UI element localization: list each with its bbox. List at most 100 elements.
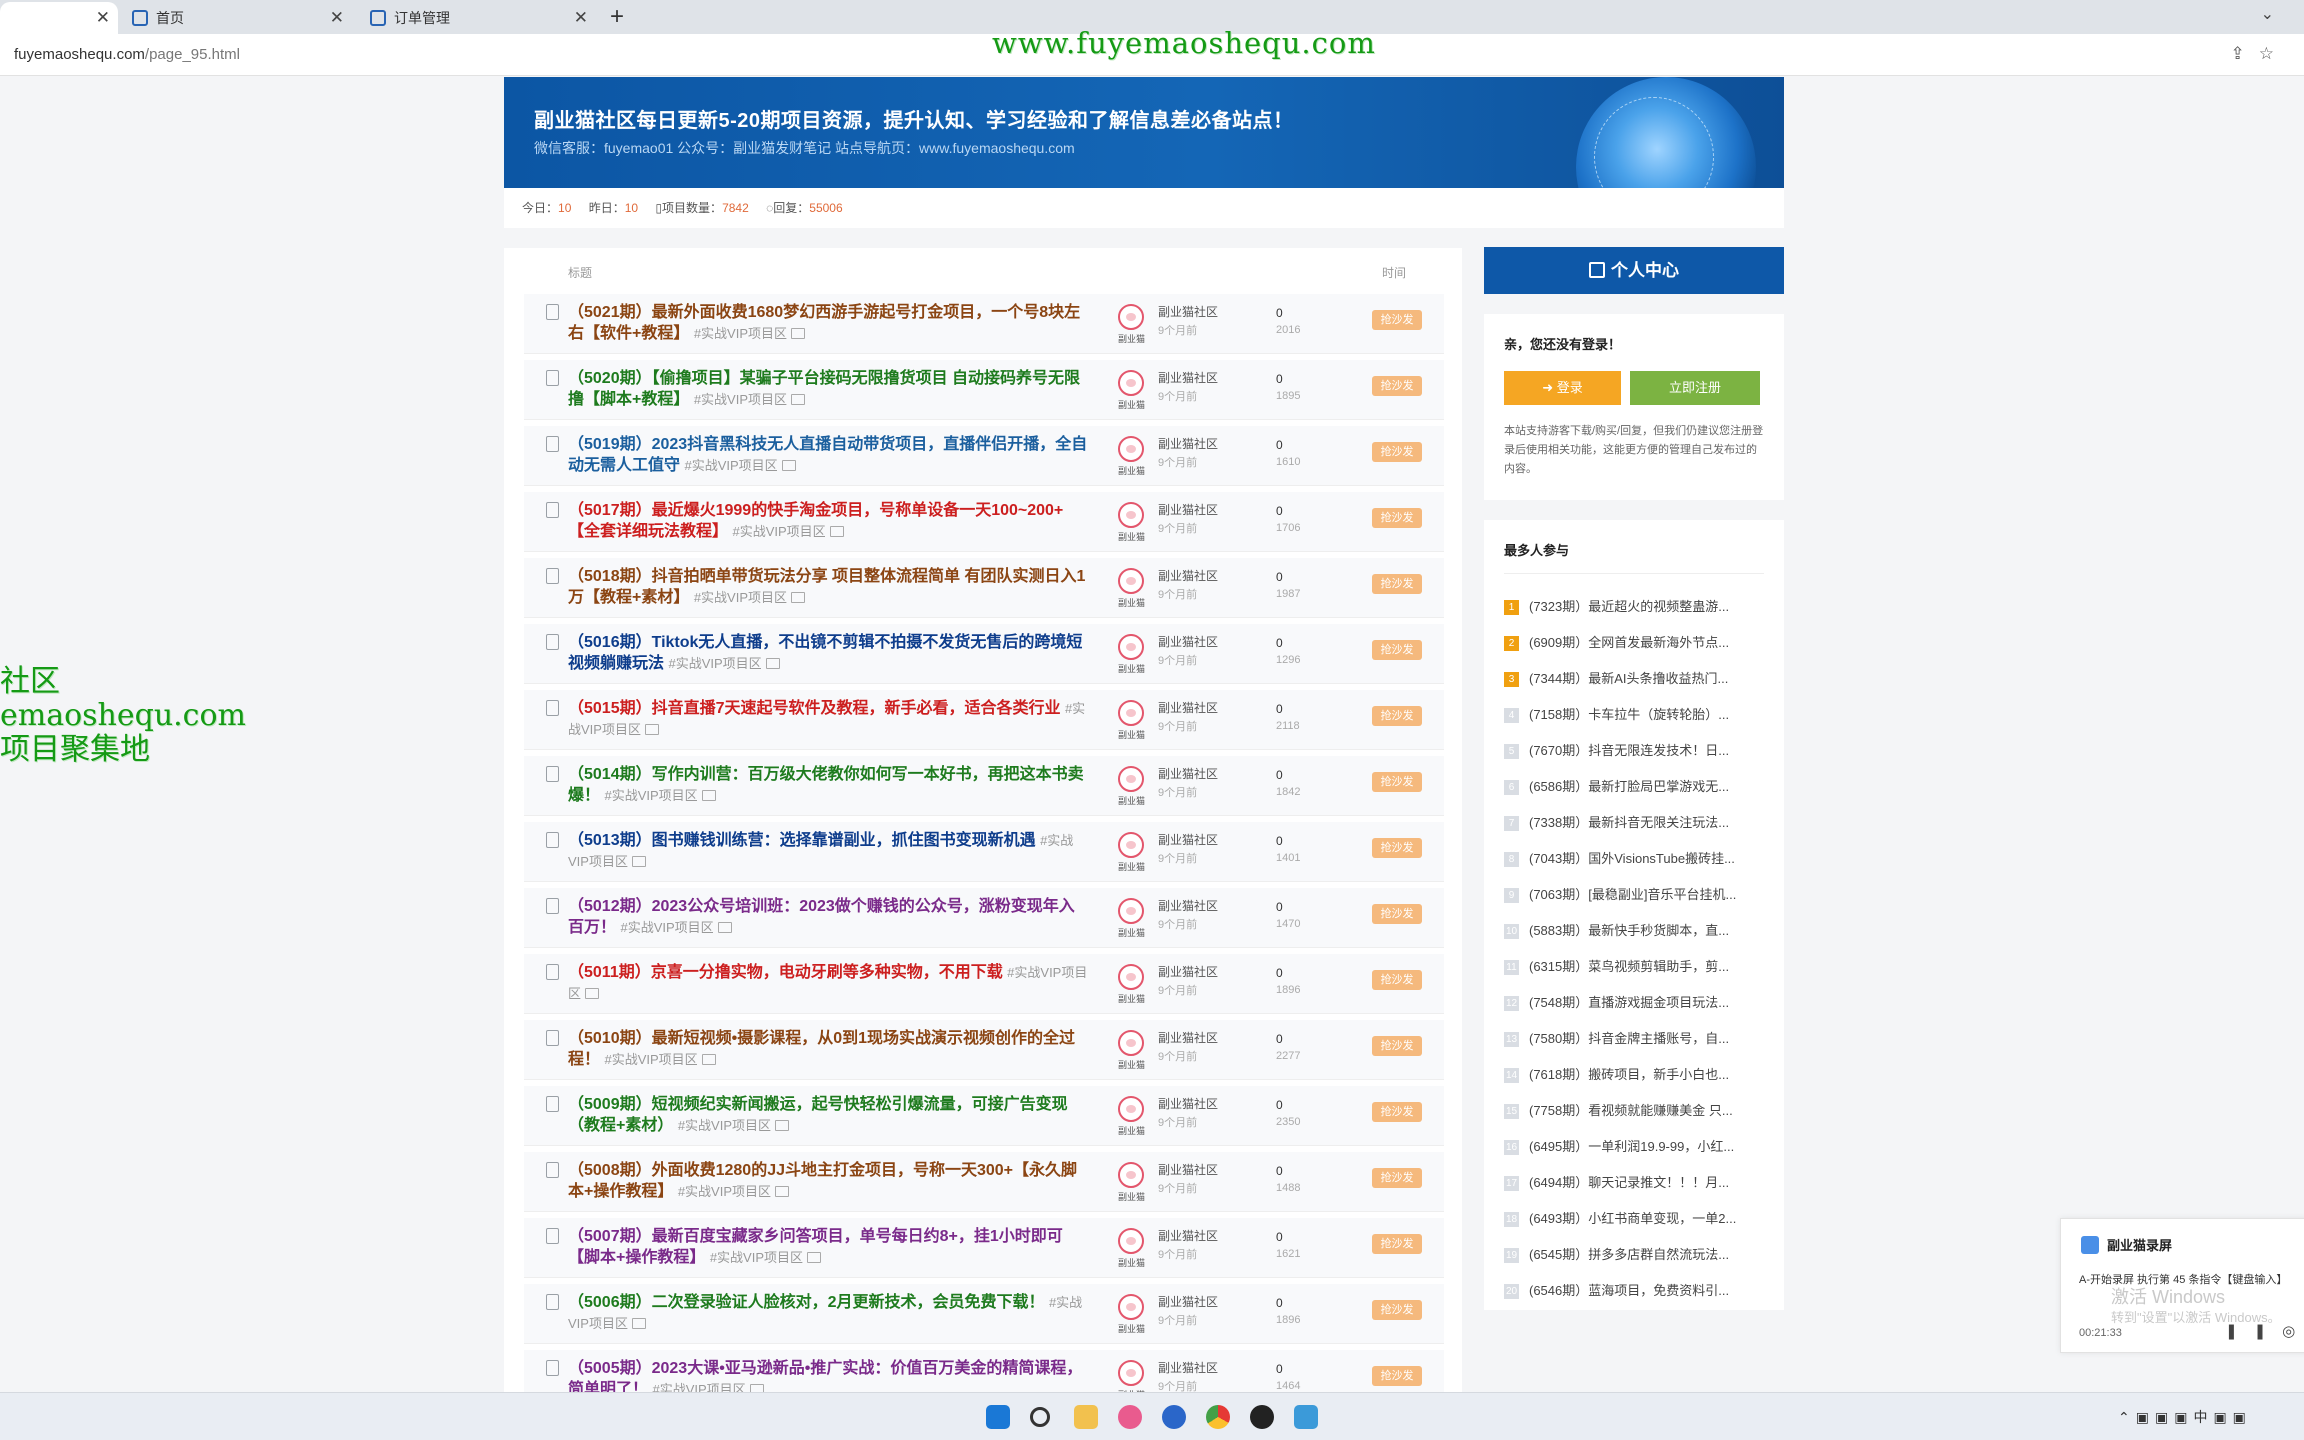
table-row[interactable]: （5009期）短视频纪实新闻搬运，起号快轻松引爆流量，可接广告变现（教程+素材）… xyxy=(524,1086,1444,1146)
status-badge[interactable]: 抢沙发 xyxy=(1372,442,1422,462)
status-badge[interactable]: 抢沙发 xyxy=(1372,1102,1422,1122)
login-button[interactable]: ➜ 登录 xyxy=(1504,371,1621,405)
app-icon[interactable] xyxy=(1162,1405,1186,1429)
thread-author[interactable]: 副业猫社区 xyxy=(1158,963,1218,980)
pause-icon[interactable]: ❚❚ xyxy=(2225,1323,2282,1340)
avatar[interactable] xyxy=(1118,1162,1144,1188)
status-badge[interactable]: 抢沙发 xyxy=(1372,1168,1422,1188)
hot-list-item[interactable]: 7 (7338期）最新抖音无限关注玩法... xyxy=(1504,812,1766,831)
avatar[interactable] xyxy=(1118,1228,1144,1254)
hot-list-item[interactable]: 8 (7043期）国外VisionsTube搬砖挂... xyxy=(1504,848,1766,867)
thread-title[interactable]: （5021期）最新外面收费1680梦幻西游手游起号打金项目，一个号8块左右【软件… xyxy=(568,302,1090,344)
thread-title[interactable]: （5010期）最新短视频•摄影课程，从0到1现场实战演示视频创作的全过程！ #实… xyxy=(568,1028,1090,1070)
chevron-up-icon[interactable]: ⌃ xyxy=(2118,1409,2136,1425)
hot-list-item[interactable]: 20 (6546期）蓝海项目，免费资料引... xyxy=(1504,1280,1766,1299)
personal-center-button[interactable]: 个人中心 xyxy=(1484,247,1784,294)
thread-title[interactable]: （5019期）2023抖音黑科技无人直播自动带货项目，直播伴侣开播，全自动无需人… xyxy=(568,434,1090,476)
status-badge[interactable]: 抢沙发 xyxy=(1372,904,1422,924)
table-row[interactable]: （5016期）Tiktok无人直播，不出镜不剪辑不拍摄不发货无售后的跨境短视频躺… xyxy=(524,624,1444,684)
thread-tag[interactable]: #实战VIP项目区 xyxy=(668,656,761,671)
file-explorer-icon[interactable] xyxy=(1074,1405,1098,1429)
recorder-icon[interactable] xyxy=(1250,1405,1274,1429)
thread-author[interactable]: 副业猫社区 xyxy=(1158,831,1218,848)
hot-list-item[interactable]: 11 (6315期）菜鸟视频剪辑助手，剪... xyxy=(1504,956,1766,975)
thread-author[interactable]: 副业猫社区 xyxy=(1158,567,1218,584)
thread-author[interactable]: 副业猫社区 xyxy=(1158,369,1218,386)
hot-list-item[interactable]: 6 (6586期）最新打脸局巴掌游戏无... xyxy=(1504,776,1766,795)
table-row[interactable]: （5012期）2023公众号培训班：2023做个赚钱的公众号，涨粉变现年入百万！… xyxy=(524,888,1444,948)
table-row[interactable]: （5013期）图书赚钱训练营：选择靠谱副业，抓住图书变现新机遇 #实战VIP项目… xyxy=(524,822,1444,882)
avatar[interactable] xyxy=(1118,436,1144,462)
thread-author[interactable]: 副业猫社区 xyxy=(1158,1227,1218,1244)
thread-title[interactable]: （5015期）抖音直播7天速起号软件及教程，新手必看，适合各类行业 #实战VIP… xyxy=(568,698,1090,740)
table-row[interactable]: （5019期）2023抖音黑科技无人直播自动带货项目，直播伴侣开播，全自动无需人… xyxy=(524,426,1444,486)
thread-author[interactable]: 副业猫社区 xyxy=(1158,699,1218,716)
url-text[interactable]: fuyemaoshequ.com/page_95.html xyxy=(14,46,240,63)
thread-author[interactable]: 副业猫社区 xyxy=(1158,1029,1218,1046)
hot-list-item[interactable]: 9 (7063期）[最稳副业]音乐平台挂机... xyxy=(1504,884,1766,903)
avatar[interactable] xyxy=(1118,634,1144,660)
recorder-notification[interactable]: 副业猫录屏 A-开始录屏 执行第 45 条指令【键盘输入】 激活 Windows… xyxy=(2060,1218,2304,1353)
thread-author[interactable]: 副业猫社区 xyxy=(1158,435,1218,452)
avatar[interactable] xyxy=(1118,370,1144,396)
thread-title[interactable]: （5013期）图书赚钱训练营：选择靠谱副业，抓住图书变现新机遇 #实战VIP项目… xyxy=(568,830,1090,872)
table-row[interactable]: （5018期）抖音拍晒单带货玩法分享 项目整体流程简单 有团队实测日入1万【教程… xyxy=(524,558,1444,618)
table-row[interactable]: （5010期）最新短视频•摄影课程，从0到1现场实战演示视频创作的全过程！ #实… xyxy=(524,1020,1444,1080)
hot-list-item[interactable]: 15 (7758期）看视频就能赚赚美金 只... xyxy=(1504,1100,1766,1119)
tray-app-icon[interactable]: ▣ xyxy=(2136,1409,2155,1425)
chevron-down-icon[interactable]: ⌄ xyxy=(2261,4,2274,24)
avatar[interactable] xyxy=(1118,304,1144,330)
hot-list-item[interactable]: 3 (7344期）最新AI头条撸收益热门... xyxy=(1504,668,1766,687)
thread-tag[interactable]: #实战VIP项目区 xyxy=(620,920,713,935)
close-icon[interactable]: ✕ xyxy=(574,2,588,34)
thread-tag[interactable]: #实战VIP项目区 xyxy=(710,1250,803,1265)
thread-title[interactable]: （5018期）抖音拍晒单带货玩法分享 项目整体流程简单 有团队实测日入1万【教程… xyxy=(568,566,1090,608)
thread-title[interactable]: （5009期）短视频纪实新闻搬运，起号快轻松引爆流量，可接广告变现（教程+素材）… xyxy=(568,1094,1090,1136)
thread-tag[interactable]: #实战VIP项目区 xyxy=(732,524,825,539)
status-badge[interactable]: 抢沙发 xyxy=(1372,376,1422,396)
photos-icon[interactable] xyxy=(1118,1405,1142,1429)
hot-list-item[interactable]: 2 (6909期）全网首发最新海外节点... xyxy=(1504,632,1766,651)
status-badge[interactable]: 抢沙发 xyxy=(1372,1234,1422,1254)
hot-list-item[interactable]: 17 (6494期）聊天记录推文！！！月... xyxy=(1504,1172,1766,1191)
status-badge[interactable]: 抢沙发 xyxy=(1372,838,1422,858)
hot-list-item[interactable]: 19 (6545期）拼多多店群自然流玩法... xyxy=(1504,1244,1766,1263)
thread-tag[interactable]: #实战VIP项目区 xyxy=(678,1184,771,1199)
thread-tag[interactable]: #实战VIP项目区 xyxy=(694,590,787,605)
table-row[interactable]: （5020期）【偷撸项目】某骗子平台接码无限撸货项目 自动接码养号无限撸【脚本+… xyxy=(524,360,1444,420)
avatar[interactable] xyxy=(1118,1030,1144,1056)
thread-author[interactable]: 副业猫社区 xyxy=(1158,501,1218,518)
windows-start-icon[interactable] xyxy=(986,1405,1010,1429)
thread-author[interactable]: 副业猫社区 xyxy=(1158,897,1218,914)
new-tab-button[interactable]: + xyxy=(610,2,624,32)
avatar[interactable] xyxy=(1118,898,1144,924)
close-icon[interactable]: ✕ xyxy=(96,2,110,34)
table-row[interactable]: （5011期）京喜一分撸实物，电动牙刷等多种实物，不用下载 #实战VIP项目区副… xyxy=(524,954,1444,1014)
share-icon[interactable]: ⇪ xyxy=(2231,44,2259,63)
thread-author[interactable]: 副业猫社区 xyxy=(1158,1161,1218,1178)
star-icon[interactable]: ☆ xyxy=(2259,44,2288,63)
hot-list-item[interactable]: 4 (7158期）卡车拉牛（旋转轮胎）... xyxy=(1504,704,1766,723)
avatar[interactable] xyxy=(1118,1294,1144,1320)
close-icon[interactable]: ✕ xyxy=(330,2,344,34)
tray-app-icon[interactable]: ▣ xyxy=(2213,1409,2232,1425)
tray-app-icon[interactable]: ▣ xyxy=(2174,1409,2193,1425)
thread-title[interactable]: （5008期）外面收费1280的JJ斗地主打金项目，号称一天300+【永久脚本+… xyxy=(568,1160,1090,1202)
thread-tag[interactable]: #实战VIP项目区 xyxy=(604,1052,697,1067)
thread-tag[interactable]: #实战VIP项目区 xyxy=(694,392,787,407)
status-badge[interactable]: 抢沙发 xyxy=(1372,508,1422,528)
thread-title[interactable]: （5006期）二次登录验证人脸核对，2月更新技术，会员免费下载！ #实战VIP项… xyxy=(568,1292,1090,1334)
thread-tag[interactable]: #实战VIP项目区 xyxy=(678,1118,771,1133)
hot-list-item[interactable]: 12 (7548期）直播游戏掘金项目玩法... xyxy=(1504,992,1766,1011)
tab-home[interactable]: 首页 ✕ xyxy=(128,2,352,34)
hot-list-item[interactable]: 18 (6493期）小红书商单变现，一单2... xyxy=(1504,1208,1766,1227)
table-row[interactable]: （5014期）写作内训营：百万级大佬教你如何写一本好书，再把这本书卖爆！ #实战… xyxy=(524,756,1444,816)
thread-title[interactable]: （5014期）写作内训营：百万级大佬教你如何写一本好书，再把这本书卖爆！ #实战… xyxy=(568,764,1090,806)
thread-tag[interactable]: #实战VIP项目区 xyxy=(604,788,697,803)
status-badge[interactable]: 抢沙发 xyxy=(1372,310,1422,330)
avatar[interactable] xyxy=(1118,964,1144,990)
thread-tag[interactable]: #实战VIP项目区 xyxy=(684,458,777,473)
thread-title[interactable]: （5016期）Tiktok无人直播，不出镜不剪辑不拍摄不发货无售后的跨境短视频躺… xyxy=(568,632,1090,674)
table-row[interactable]: （5017期）最近爆火1999的快手淘金项目，号称单设备一天100~200+【全… xyxy=(524,492,1444,552)
thread-author[interactable]: 副业猫社区 xyxy=(1158,303,1218,320)
